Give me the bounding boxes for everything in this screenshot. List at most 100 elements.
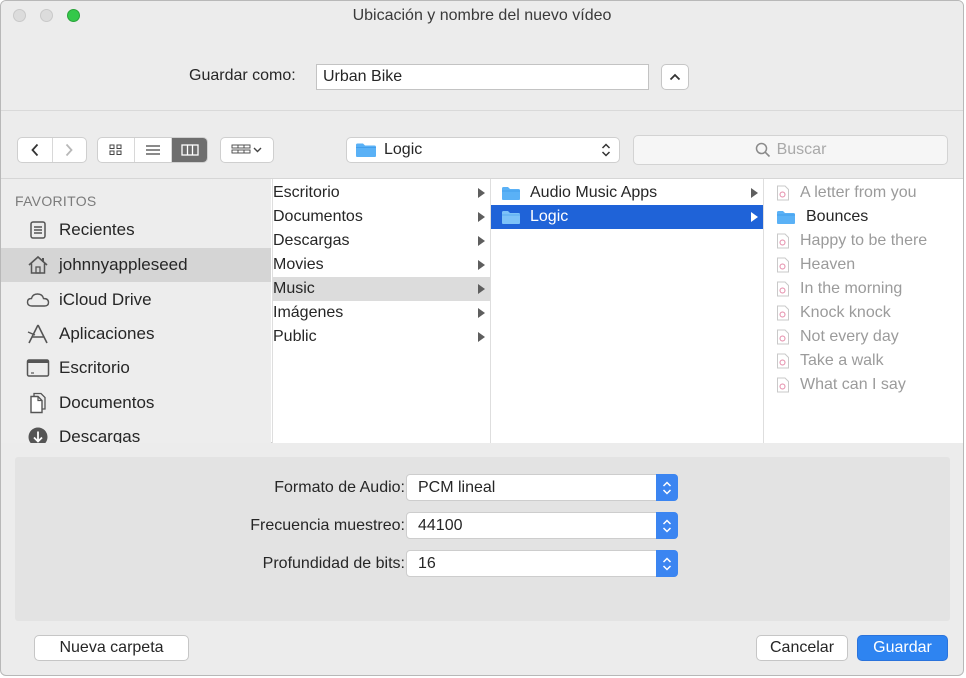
sidebar-item-downloads[interactable]: Descargas xyxy=(1,420,271,443)
icon-grid-icon xyxy=(109,144,122,155)
file-browser: FAVORITOS Recientes johnnyappleseed iClo… xyxy=(1,178,963,443)
sidebar-item-icloud-drive[interactable]: iCloud Drive xyxy=(1,283,271,317)
sidebar-item-label: iCloud Drive xyxy=(59,290,152,309)
list-item[interactable]: Not every day xyxy=(764,325,963,349)
location-popup[interactable]: Logic xyxy=(346,137,620,163)
arrange-menu-button[interactable] xyxy=(220,137,274,163)
downloads-icon xyxy=(25,425,51,443)
save-dialog-window: Ubicación y nombre del nuevo vídeo Guard… xyxy=(0,0,964,676)
sample-rate-select[interactable]: 44100 xyxy=(406,512,678,539)
sample-rate-value: 44100 xyxy=(418,517,463,534)
sidebar-item-label: johnnyappleseed xyxy=(59,255,188,274)
sidebar-item-label: Descargas xyxy=(59,427,141,443)
audio-format-select[interactable]: PCM lineal xyxy=(406,474,678,501)
sample-rate-label: Frecuencia muestreo: xyxy=(250,517,405,534)
disclosure-arrow-icon xyxy=(751,188,758,198)
disclosure-arrow-icon xyxy=(751,212,758,222)
header-divider xyxy=(1,110,963,111)
up-down-arrows-icon xyxy=(656,474,678,501)
sidebar-item-label: Escritorio xyxy=(59,358,130,377)
list-item[interactable]: Take a walk xyxy=(764,349,963,373)
list-item[interactable]: A letter from you xyxy=(764,181,963,205)
disclosure-arrow-icon xyxy=(478,308,485,318)
audio-file-icon xyxy=(777,185,789,201)
list-item[interactable]: Happy to be there xyxy=(764,229,963,253)
sidebar-item-documents[interactable]: Documentos xyxy=(1,386,271,420)
sidebar-item-label: Recientes xyxy=(59,220,135,239)
disclosure-arrow-icon xyxy=(478,332,485,342)
column-logic: A letter from you Bounces Happy to be th… xyxy=(763,179,963,443)
view-mode-buttons xyxy=(97,137,208,163)
sidebar-favorites-header: FAVORITOS xyxy=(15,193,97,209)
list-item[interactable]: Descargas xyxy=(273,229,490,253)
list-item[interactable]: Audio Music Apps xyxy=(491,181,763,205)
save-button[interactable]: Guardar xyxy=(857,635,948,661)
list-item[interactable]: Movies xyxy=(273,253,490,277)
arrange-grid-icon xyxy=(231,144,262,154)
sidebar-item-home[interactable]: johnnyappleseed xyxy=(1,248,271,282)
list-item[interactable]: Heaven xyxy=(764,253,963,277)
audio-file-icon xyxy=(777,353,789,369)
column-view-button[interactable] xyxy=(172,138,207,162)
search-field[interactable]: Buscar xyxy=(633,135,948,165)
icon-view-button[interactable] xyxy=(98,138,135,162)
chevron-up-icon xyxy=(669,73,681,81)
column-music: Audio Music Apps Logic xyxy=(490,179,763,443)
audio-format-label: Formato de Audio: xyxy=(274,479,405,496)
folder-icon xyxy=(356,143,376,157)
audio-file-icon xyxy=(777,305,789,321)
sidebar-item-desktop[interactable]: Escritorio xyxy=(1,351,271,385)
list-item[interactable]: Public xyxy=(273,325,490,349)
arrange-button[interactable] xyxy=(221,138,273,162)
list-item[interactable]: Bounces xyxy=(764,205,963,229)
home-icon xyxy=(25,253,51,277)
disclosure-arrow-icon xyxy=(478,284,485,294)
chevron-left-icon xyxy=(31,143,38,157)
audio-file-icon xyxy=(777,257,789,273)
list-item-selected[interactable]: Music xyxy=(273,277,490,301)
list-item[interactable]: What can I say xyxy=(764,373,963,397)
audio-file-icon xyxy=(777,377,789,393)
documents-icon xyxy=(25,391,51,415)
cloud-icon xyxy=(25,288,51,312)
recents-icon xyxy=(25,218,51,242)
search-placeholder: Buscar xyxy=(776,141,827,158)
bit-depth-select[interactable]: 16 xyxy=(406,550,678,577)
list-item[interactable]: Documentos xyxy=(273,205,490,229)
list-item[interactable]: In the morning xyxy=(764,277,963,301)
folder-icon xyxy=(777,210,795,224)
export-options-panel: Formato de Audio: PCM lineal Frecuencia … xyxy=(15,457,950,621)
list-view-button[interactable] xyxy=(135,138,172,162)
applications-icon xyxy=(25,322,51,346)
list-item[interactable]: Imágenes xyxy=(273,301,490,325)
forward-button[interactable] xyxy=(53,138,87,162)
audio-format-value: PCM lineal xyxy=(418,479,496,496)
list-item-selected[interactable]: Logic xyxy=(491,205,763,229)
back-button[interactable] xyxy=(18,138,53,162)
sidebar-item-label: Documentos xyxy=(59,393,155,412)
save-as-label: Guardar como: xyxy=(189,67,296,84)
chevron-right-icon xyxy=(66,143,73,157)
column-home: Escritorio Documentos Descargas Movies M… xyxy=(272,179,490,443)
folder-icon xyxy=(502,210,520,224)
search-icon xyxy=(755,142,770,158)
up-down-arrows-icon xyxy=(656,512,678,539)
collapse-dialog-button[interactable] xyxy=(661,64,689,90)
sidebar-item-applications[interactable]: Aplicaciones xyxy=(1,317,271,351)
list-item[interactable]: Knock knock xyxy=(764,301,963,325)
sidebar-item-label: Aplicaciones xyxy=(59,324,155,343)
list-item[interactable]: Escritorio xyxy=(273,181,490,205)
columns-icon xyxy=(180,144,199,156)
cancel-button[interactable]: Cancelar xyxy=(756,635,848,661)
new-folder-button[interactable]: Nueva carpeta xyxy=(34,635,189,661)
disclosure-arrow-icon xyxy=(478,188,485,198)
up-down-arrows-icon xyxy=(601,143,611,157)
navigation-buttons xyxy=(17,137,87,163)
folder-icon xyxy=(502,186,520,200)
list-icon xyxy=(146,145,160,155)
disclosure-arrow-icon xyxy=(478,236,485,246)
bit-depth-label: Profundidad de bits: xyxy=(262,555,405,572)
sidebar: FAVORITOS Recientes johnnyappleseed iClo… xyxy=(1,179,271,443)
sidebar-item-recents[interactable]: Recientes xyxy=(1,213,271,247)
save-as-input[interactable] xyxy=(316,64,649,90)
